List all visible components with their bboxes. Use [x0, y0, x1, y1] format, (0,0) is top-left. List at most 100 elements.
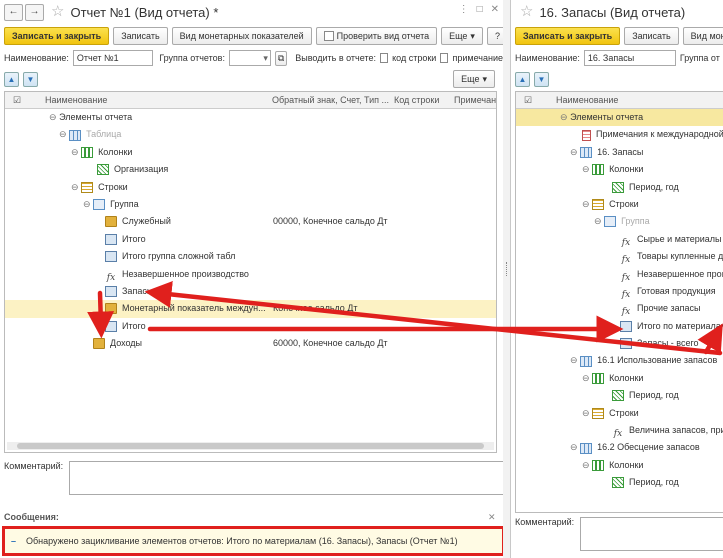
tree-row[interactable]: fx Прочие запасы: [516, 300, 723, 317]
collapse-icon[interactable]: ⊖: [570, 147, 578, 157]
right-toolbar: Записать и закрыть Записать Вид мон: [511, 24, 723, 47]
save-and-close-button[interactable]: Записать и закрыть: [4, 26, 110, 45]
tree-row[interactable]: Итого по материалам: [516, 318, 723, 335]
tree-row[interactable]: fx Сырье и материалы: [516, 231, 723, 248]
tree-row[interactable]: ⊖ Группа: [516, 213, 723, 230]
comment-input[interactable]: [580, 517, 723, 551]
dropdown-icon: ▾: [263, 53, 268, 63]
tree-row[interactable]: ⊖ Элементы отчета: [5, 109, 496, 126]
tree-row[interactable]: Итого группа сложной табл: [5, 248, 496, 265]
row-label: Незавершенное произв: [637, 268, 723, 279]
move-down-icon[interactable]: ▼: [23, 71, 38, 87]
tree-row[interactable]: Запасы - всего: [516, 335, 723, 352]
tree-row[interactable]: Итого: [5, 231, 496, 248]
tree-row[interactable]: Примечания к международной ф: [516, 126, 723, 143]
group-icon: [93, 199, 106, 211]
name-input[interactable]: Отчет №1: [72, 50, 154, 66]
formula-icon: fx: [621, 290, 631, 301]
tree-row[interactable]: ⊖ Строки: [516, 405, 723, 422]
collapse-icon[interactable]: ⊖: [59, 129, 67, 139]
tree-row[interactable]: ⊖ 16. Запасы: [516, 144, 723, 161]
tree-row[interactable]: Организация: [5, 161, 496, 178]
move-up-icon[interactable]: ▲: [4, 71, 19, 87]
favorite-star-icon[interactable]: ☆: [520, 4, 533, 19]
tree-row[interactable]: Период, год: [516, 179, 723, 196]
column-name[interactable]: Наименование: [556, 95, 618, 105]
row-label: Группа: [110, 198, 139, 209]
message-collapse-icon[interactable]: –: [11, 536, 16, 546]
open-link-icon[interactable]: ⧉: [274, 50, 288, 66]
tree-row[interactable]: fx Незавершенное произв: [516, 266, 723, 283]
error-message[interactable]: – Обнаружено зацикливание элементов отче…: [2, 526, 503, 556]
collapse-icon[interactable]: ⊖: [582, 460, 590, 470]
tree-row[interactable]: Итого: [5, 318, 496, 335]
report-group-select[interactable]: ▾: [228, 50, 271, 66]
messages-close-icon[interactable]: ✕: [488, 512, 496, 523]
more-button-2[interactable]: Еще ▾: [453, 70, 495, 88]
collapse-icon[interactable]: ⊖: [71, 182, 79, 192]
row-label: Товары купленные для: [637, 251, 723, 262]
note-checkbox[interactable]: [440, 53, 449, 63]
tree-row[interactable]: Период, год: [516, 474, 723, 491]
tree-row[interactable]: fx Товары купленные для: [516, 248, 723, 265]
comment-input[interactable]: [69, 461, 503, 495]
name-input[interactable]: 16. Запасы: [583, 50, 676, 66]
tree-row[interactable]: Доходы 60000, Конечное сальдо Дт: [5, 335, 496, 352]
settings-icon[interactable]: ☑: [13, 95, 21, 106]
more-actions-icon[interactable]: ⋮: [459, 4, 469, 15]
collapse-icon[interactable]: ⊖: [582, 408, 590, 418]
move-down-icon[interactable]: ▼: [534, 71, 549, 87]
help-button[interactable]: ?: [486, 26, 503, 45]
tree-row[interactable]: Период, год: [516, 387, 723, 404]
monetary-indicators-button[interactable]: Вид мон: [682, 26, 723, 45]
save-button[interactable]: Записать: [624, 26, 679, 45]
tree-row[interactable]: ⊖ 16.2 Обесцение запасов: [516, 439, 723, 456]
save-and-close-button[interactable]: Записать и закрыть: [515, 26, 621, 45]
collapse-icon[interactable]: ⊖: [582, 199, 590, 209]
tree-row[interactable]: fx Незавершенное производство: [5, 266, 496, 283]
tree-row[interactable]: ⊖ Колонки: [516, 457, 723, 474]
maximize-icon[interactable]: □: [477, 4, 483, 15]
pane-splitter[interactable]: [503, 0, 510, 558]
monetary-indicators-button[interactable]: Вид монетарных показателей: [171, 26, 312, 45]
tree-row[interactable]: ⊖ Колонки: [5, 144, 496, 161]
more-button[interactable]: Еще ▾: [441, 26, 483, 45]
collapse-icon[interactable]: ⊖: [71, 147, 79, 157]
name-label: Наименование:: [515, 53, 580, 63]
back-arrow-icon[interactable]: ←: [4, 3, 23, 21]
tree-row[interactable]: ⊖ Колонки: [516, 370, 723, 387]
column-note[interactable]: Примечани: [454, 95, 496, 105]
close-icon[interactable]: ✕: [491, 4, 499, 15]
settings-icon[interactable]: ☑: [524, 95, 532, 106]
column-sign-account[interactable]: Обратный знак, Счет, Тип ...: [272, 95, 389, 105]
column-name[interactable]: Наименование: [45, 95, 107, 105]
tree-row[interactable]: ⊖ Колонки: [516, 161, 723, 178]
horizontal-scrollbar[interactable]: [7, 442, 494, 450]
collapse-icon[interactable]: ⊖: [594, 216, 602, 226]
tree-row[interactable]: Служебный 00000, Конечное сальдо Дт: [5, 213, 496, 230]
tree-row[interactable]: ⊖ 16.1 Использование запасов: [516, 352, 723, 369]
tree-row[interactable]: ⊖ Группа: [5, 196, 496, 213]
collapse-icon[interactable]: ⊖: [49, 112, 57, 122]
tree-row[interactable]: Запасы: [5, 283, 496, 300]
collapse-icon[interactable]: ⊖: [582, 164, 590, 174]
collapse-icon[interactable]: ⊖: [83, 199, 91, 209]
tree-row-selected[interactable]: Монетарный показатель междун... Конечное …: [5, 300, 496, 318]
tree-row[interactable]: ⊖ Элементы отчета: [516, 109, 723, 127]
tree-row[interactable]: ⊖ Строки: [5, 179, 496, 196]
collapse-icon[interactable]: ⊖: [570, 355, 578, 365]
forward-arrow-icon[interactable]: →: [25, 3, 44, 21]
code-checkbox[interactable]: [379, 53, 389, 63]
check-report-button[interactable]: Проверить вид отчета: [315, 26, 438, 45]
tree-row[interactable]: fx Величина запасов, призна: [516, 422, 723, 439]
tree-row[interactable]: fx Готовая продукция: [516, 283, 723, 300]
tree-row[interactable]: ⊖ Строки: [516, 196, 723, 213]
favorite-star-icon[interactable]: ☆: [51, 4, 64, 19]
tree-row[interactable]: ⊖ Таблица: [5, 126, 496, 143]
move-up-icon[interactable]: ▲: [515, 71, 530, 87]
collapse-icon[interactable]: ⊖: [570, 442, 578, 452]
save-button[interactable]: Записать: [113, 26, 168, 45]
collapse-icon[interactable]: ⊖: [560, 112, 568, 122]
collapse-icon[interactable]: ⊖: [582, 373, 590, 383]
column-row-code[interactable]: Код строки: [394, 95, 439, 105]
